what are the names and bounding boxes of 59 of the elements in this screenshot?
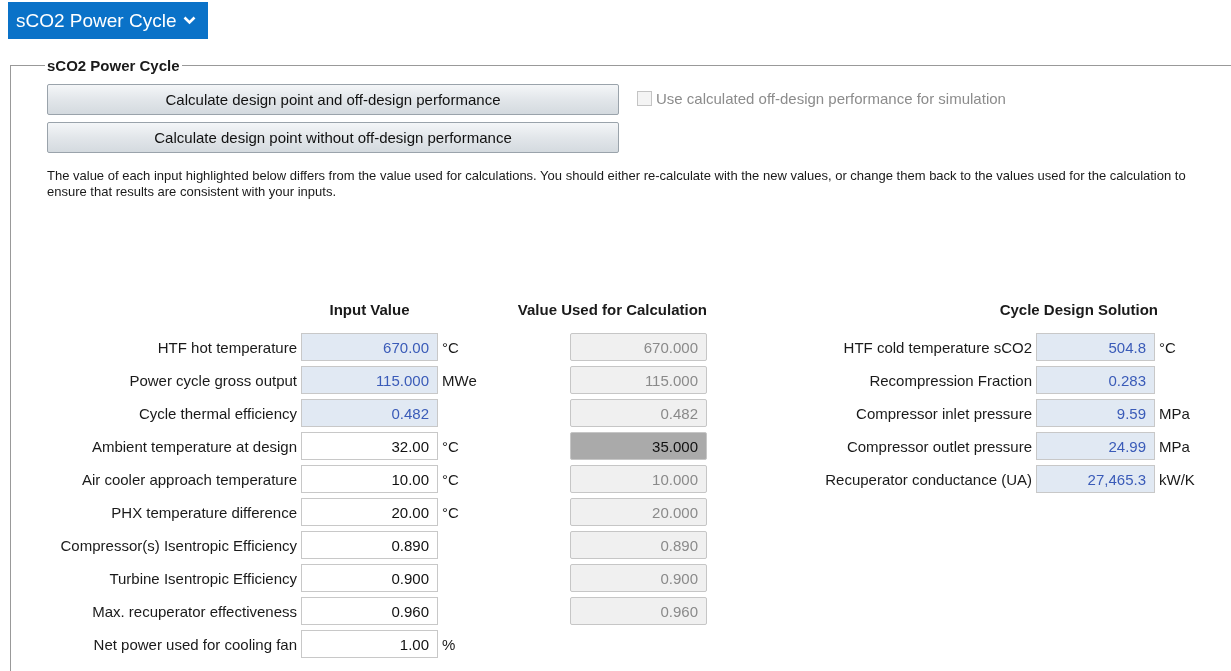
field-label: Compressor outlet pressure [845, 437, 1033, 455]
unit-label: MPa [1158, 404, 1191, 422]
field-label: PHX temperature difference [110, 503, 298, 521]
unit-label: kW/K [1158, 470, 1196, 488]
field-label: Air cooler approach temperature [80, 470, 298, 488]
calculate-button[interactable]: Calculate design point without off-design performance [47, 122, 619, 153]
unit-label: °C [441, 470, 460, 488]
checkbox-label: Use calculated off-design performance for simulation [656, 90, 1006, 107]
input-field[interactable]: 0.890 [301, 531, 438, 559]
column-header: Cycle Design Solution [998, 300, 1158, 320]
field-label: Ambient temperature at design [90, 437, 298, 455]
group-title: sCO2 Power Cycle [46, 57, 181, 74]
field-label: Turbine Isentropic Efficiency [108, 569, 298, 587]
field-label: Net power used for cooling fan [92, 635, 298, 653]
input-field[interactable]: 20.00 [301, 498, 438, 526]
column-header: Value Used for Calculation [516, 300, 707, 320]
input-field[interactable]: 32.00 [301, 432, 438, 460]
field-label: Max. recuperator effectiveness [91, 602, 298, 620]
unit-label: °C [441, 437, 460, 455]
field-label: Compressor inlet pressure [855, 404, 1033, 422]
field-label: Recuperator conductance (UA) [824, 470, 1033, 488]
column-header: Input Value [328, 300, 411, 320]
chevron-down-icon [182, 16, 196, 25]
section-dropdown[interactable]: sCO2 Power Cycle [8, 2, 208, 39]
input-field[interactable]: 0.900 [301, 564, 438, 592]
unit-label: °C [441, 338, 460, 356]
calculated-value-field: 20.000 [570, 498, 707, 526]
calculate-button[interactable]: Calculate design point and off-design performance [47, 84, 619, 115]
output-field: 504.8 [1036, 333, 1155, 361]
calculated-value-field: 0.900 [570, 564, 707, 592]
unit-label: °C [441, 503, 460, 521]
input-field[interactable]: 1.00 [301, 630, 438, 658]
unit-label: °C [1158, 338, 1177, 356]
field-label: Power cycle gross output [128, 371, 298, 389]
field-label: HTF hot temperature [156, 338, 298, 356]
unit-label: MPa [1158, 437, 1191, 455]
output-field: 0.283 [1036, 366, 1155, 394]
notice-text: The value of each input highlighted below differs from the value used for calculations. You should either re-calculate with the new values, or change them back to the values used for the calculation to ensure that results are consistent with your inputs. [47, 168, 1187, 200]
output-field: 9.59 [1036, 399, 1155, 427]
calculated-value-field: 670.000 [570, 333, 707, 361]
calculated-value-field: 35.000 [570, 432, 707, 460]
calculated-value-field: 10.000 [570, 465, 707, 493]
unit-label: MWe [441, 371, 478, 389]
calculated-value-field: 115.000 [570, 366, 707, 394]
input-field[interactable]: 670.00 [301, 333, 438, 361]
input-field[interactable]: 0.482 [301, 399, 438, 427]
field-label: Compressor(s) Isentropic Efficiency [59, 536, 298, 554]
calculated-value-field: 0.482 [570, 399, 707, 427]
calculated-value-field: 0.960 [570, 597, 707, 625]
input-field[interactable]: 115.000 [301, 366, 438, 394]
calculated-value-field: 0.890 [570, 531, 707, 559]
field-label: Recompression Fraction [868, 371, 1033, 389]
input-field[interactable]: 0.960 [301, 597, 438, 625]
output-field: 24.99 [1036, 432, 1155, 460]
unit-label: % [441, 635, 457, 653]
output-field: 27,465.3 [1036, 465, 1155, 493]
field-label: HTF cold temperature sCO2 [842, 338, 1033, 356]
input-field[interactable]: 10.00 [301, 465, 438, 493]
field-label: Cycle thermal efficiency [137, 404, 298, 422]
